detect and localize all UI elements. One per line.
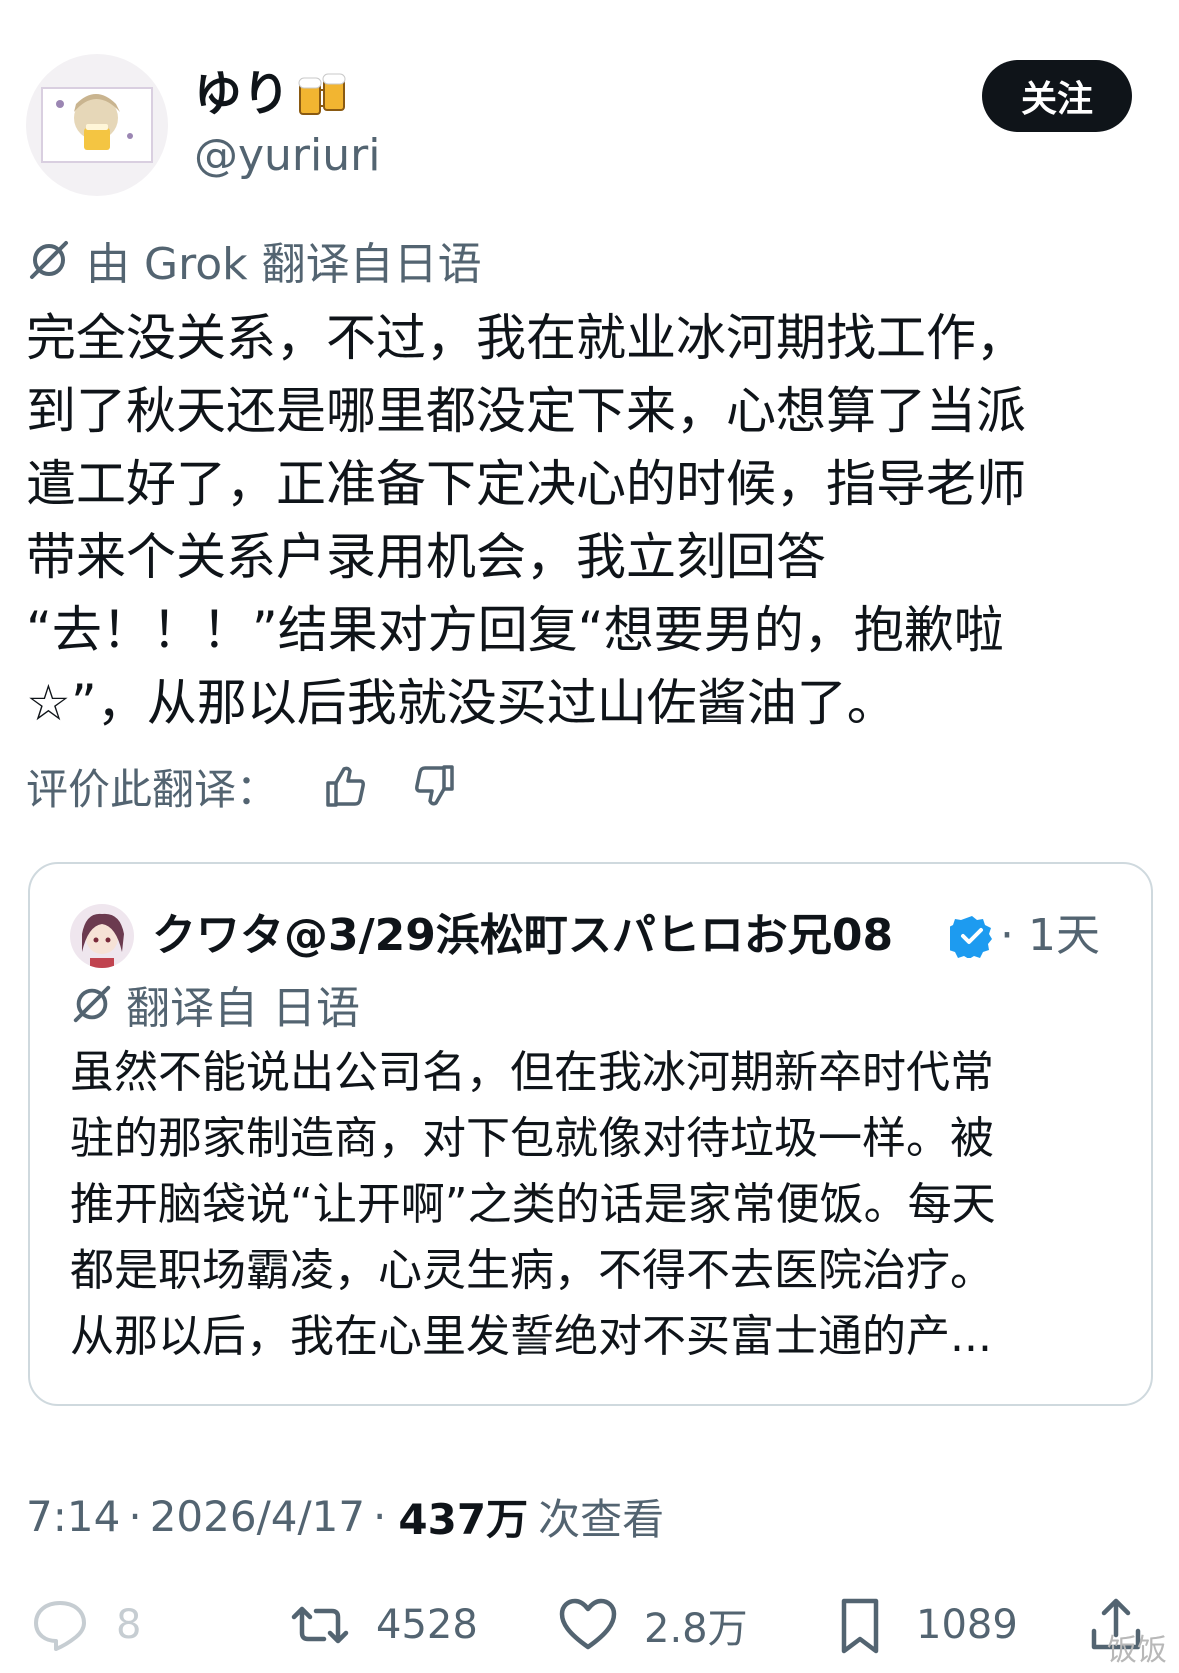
follow-button[interactable]: 关注: [982, 60, 1132, 132]
meta-separator: ·: [373, 1491, 387, 1541]
meta-separator: ·: [128, 1491, 142, 1541]
post-date[interactable]: 2026/4/17: [150, 1492, 365, 1541]
view-count: 437万: [398, 1494, 529, 1544]
quoted-author-avatar: [70, 904, 134, 968]
like-button[interactable]: 2.8万: [558, 1590, 748, 1660]
quoted-post-text: 虽然不能说出公司名，但在我冰河期新卒时代常 驻的那家制造商，对下包就像对待垃圾一…: [70, 1040, 1130, 1370]
quoted-text-line: 驻的那家制造商，对下包就像对待垃圾一样。被: [70, 1113, 994, 1164]
thumbs-up-icon[interactable]: [320, 761, 370, 811]
post-text-line: 完全没关系，不过，我在就业冰河期找工作，: [26, 309, 1026, 367]
retweet-button[interactable]: 4528: [290, 1590, 478, 1660]
beer-mugs-emoji-icon: [296, 70, 350, 120]
author-handle[interactable]: @yuriuri: [194, 128, 380, 184]
verified-badge-icon: [946, 914, 994, 959]
post-header: ゆり @yuriuri 关注: [0, 0, 1179, 230]
like-count: 2.8万: [644, 1606, 748, 1652]
quoted-post-time: · 1天: [1000, 910, 1100, 961]
quoted-text-line: 推开脑袋说“让开啊”之类的话是家常便饭。每天: [70, 1179, 996, 1230]
translation-label: 由 Grok 翻译自日语: [86, 239, 482, 290]
post-text-line: 遣工好了，正准备下定决心的时候，指导老师: [26, 455, 1026, 513]
post-text: 完全没关系，不过，我在就业冰河期找工作， 到了秋天还是哪里都没定下来，心想算了当…: [26, 302, 1146, 740]
retweet-icon: [291, 1606, 349, 1644]
translate-icon: [70, 982, 114, 1026]
quoted-post-card[interactable]: クワタ@3/29浜松町スパヒロお兄08 · 1天 翻译自 日语 虽然不能说出公司…: [28, 862, 1153, 1406]
post-text-line: ☆”，从那以后我就没买过山佐酱油了。: [26, 674, 897, 732]
quoted-text-line: 从那以后，我在心里发誓绝对不买富士通的产...: [70, 1311, 992, 1362]
thumbs-down-icon[interactable]: [410, 761, 460, 811]
reply-count: 8: [116, 1602, 142, 1648]
retweet-count: 4528: [376, 1602, 478, 1648]
watermark: 饭饭: [1107, 1633, 1167, 1668]
quoted-translation-notice[interactable]: 翻译自 日语: [70, 974, 360, 1034]
reply-icon: [34, 1601, 86, 1651]
post-time[interactable]: 7:14: [26, 1492, 120, 1541]
translate-icon: [26, 237, 72, 283]
bookmark-icon: [841, 1598, 879, 1654]
translation-notice[interactable]: 由 Grok 翻译自日语: [26, 232, 482, 290]
action-bar: 8 4528 2.8万 1089: [0, 1590, 1179, 1660]
post-text-line: 带来个关系户录用机会，我立刻回答: [26, 528, 826, 586]
quoted-translation-label: 翻译自 日语: [126, 983, 360, 1034]
post-text-line: “去！！！”结果对方回复“想要男的，抱歉啦: [26, 601, 1004, 659]
heart-icon: [559, 1598, 617, 1650]
author-display-name[interactable]: ゆり: [194, 64, 290, 124]
quoted-text-line: 都是职场霸凌，心灵生病，不得不去医院治疗。: [70, 1245, 994, 1296]
rate-translation-label: 评价此翻译：: [26, 764, 279, 814]
post-text-line: 到了秋天还是哪里都没定下来，心想算了当派: [26, 382, 1026, 440]
rate-translation-row: 评价此翻译：: [26, 756, 460, 816]
quoted-author-name: クワタ@3/29浜松町スパヒロお兄08: [152, 910, 894, 961]
view-count-label: 次查看: [538, 1494, 665, 1544]
author-avatar[interactable]: [26, 54, 168, 196]
reply-button[interactable]: 8: [30, 1590, 141, 1660]
bookmark-button[interactable]: 1089: [830, 1590, 1018, 1660]
bookmark-count: 1089: [916, 1602, 1018, 1648]
post-meta: 7:14 · 2026/4/17 · 437万 次查看: [26, 1484, 664, 1548]
quoted-text-line: 虽然不能说出公司名，但在我冰河期新卒时代常: [70, 1047, 994, 1098]
